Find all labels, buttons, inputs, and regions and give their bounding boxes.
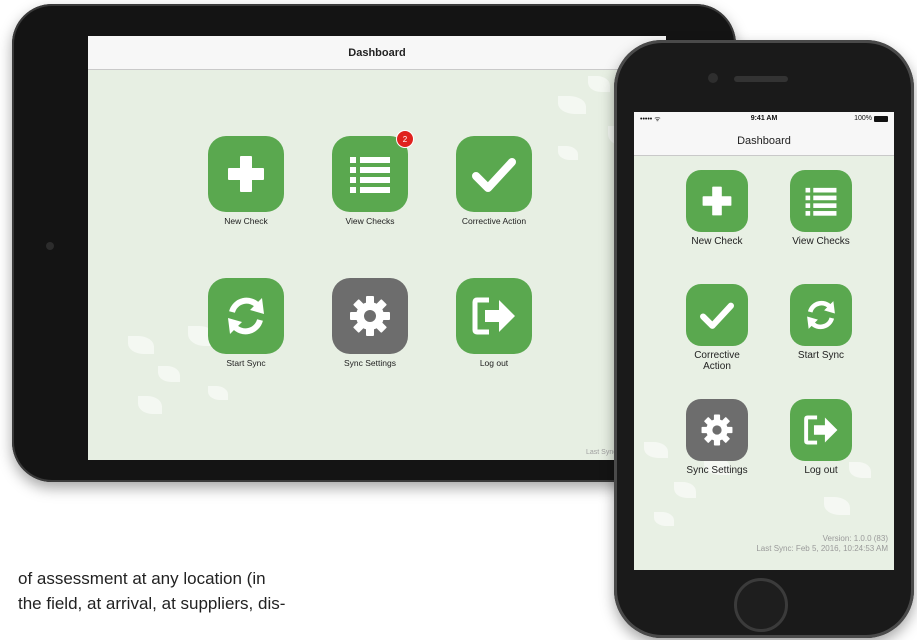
tile-label: Log out [804, 465, 838, 476]
plus-icon [208, 136, 284, 212]
tile-label: New Check [691, 236, 743, 247]
view-checks-button[interactable]: View Checks [790, 170, 852, 247]
notification-badge: 2 [396, 130, 414, 148]
new-check-button[interactable]: New Check [208, 136, 284, 226]
leaf-decoration [674, 482, 696, 498]
gear-icon [332, 278, 408, 354]
check-icon [456, 136, 532, 212]
tile-label: View Checks [792, 236, 850, 247]
phone-camera [708, 73, 718, 83]
sync-settings-button[interactable]: Sync Settings [686, 399, 748, 476]
battery-percent: 100% [854, 115, 872, 122]
home-button[interactable] [734, 578, 788, 632]
plus-icon [686, 170, 748, 232]
page-title: Dashboard [737, 134, 791, 147]
logout-icon [456, 278, 532, 354]
page-title: Dashboard [348, 46, 406, 59]
leaf-decoration [654, 512, 674, 526]
leaf-decoration [138, 396, 162, 414]
tablet-screen: Dashboard New Check 2 View Checks Correc… [88, 36, 666, 460]
list-icon [332, 136, 408, 212]
tile-label: View Checks [345, 216, 395, 226]
leaf-decoration [824, 497, 850, 515]
list-icon [790, 170, 852, 232]
leaf-decoration [558, 146, 578, 160]
start-sync-button[interactable]: Start Sync [790, 284, 852, 361]
tile-label: New Check [224, 216, 268, 226]
new-check-button[interactable]: New Check [686, 170, 748, 247]
tile-label: Sync Settings [344, 358, 396, 368]
sync-icon [208, 278, 284, 354]
leaf-decoration [158, 366, 180, 382]
gear-icon [686, 399, 748, 461]
body-line: the field, at arrival, at suppliers, dis… [18, 594, 286, 613]
check-icon [686, 284, 748, 346]
tablet-camera [46, 242, 54, 250]
view-checks-button[interactable]: 2 View Checks [332, 130, 414, 226]
phone-nav-bar: Dashboard [634, 126, 894, 156]
logout-icon [790, 399, 852, 461]
leaf-decoration [208, 386, 228, 400]
leaf-decoration [588, 76, 610, 92]
tile-label: Corrective Action [461, 216, 527, 226]
corrective-action-button[interactable]: Corrective Action [686, 284, 748, 372]
tablet-nav-bar: Dashboard [88, 36, 666, 70]
body-line: of assessment at any location (in [18, 569, 266, 588]
body-line: … [18, 616, 608, 628]
last-sync-text: Last Sync: Feb 5, 2016, 10:24:53 AM [756, 544, 888, 553]
leaf-decoration [644, 442, 668, 458]
sync-icon [790, 284, 852, 346]
version-info: Version: 1.0.0 (83) Last Sync: Feb 5, 20… [756, 534, 888, 554]
tile-label: Sync Settings [686, 465, 748, 476]
log-out-button[interactable]: Log out [456, 278, 532, 368]
log-out-button[interactable]: Log out [790, 399, 852, 476]
body-paragraph: of assessment at any location (in the fi… [18, 566, 608, 628]
corrective-action-button[interactable]: Corrective Action [456, 136, 532, 226]
phone-screen: ••••• ᯤ 9:41 AM 100% Dashboard New Check [634, 112, 894, 570]
leaf-decoration [128, 336, 154, 354]
tile-label: Corrective Action [694, 350, 740, 372]
phone-device: ••••• ᯤ 9:41 AM 100% Dashboard New Check [614, 40, 914, 638]
leaf-decoration [558, 96, 586, 114]
start-sync-button[interactable]: Start Sync [208, 278, 284, 368]
battery-icon [874, 116, 888, 122]
version-text: Version: 1.0.0 (83) [822, 534, 888, 543]
status-bar: ••••• ᯤ 9:41 AM 100% [634, 112, 894, 126]
phone-speaker [734, 76, 788, 82]
tile-label: Start Sync [226, 358, 266, 368]
tile-label: Log out [479, 358, 509, 368]
sync-settings-button[interactable]: Sync Settings [332, 278, 408, 368]
tile-label: Start Sync [797, 350, 845, 361]
